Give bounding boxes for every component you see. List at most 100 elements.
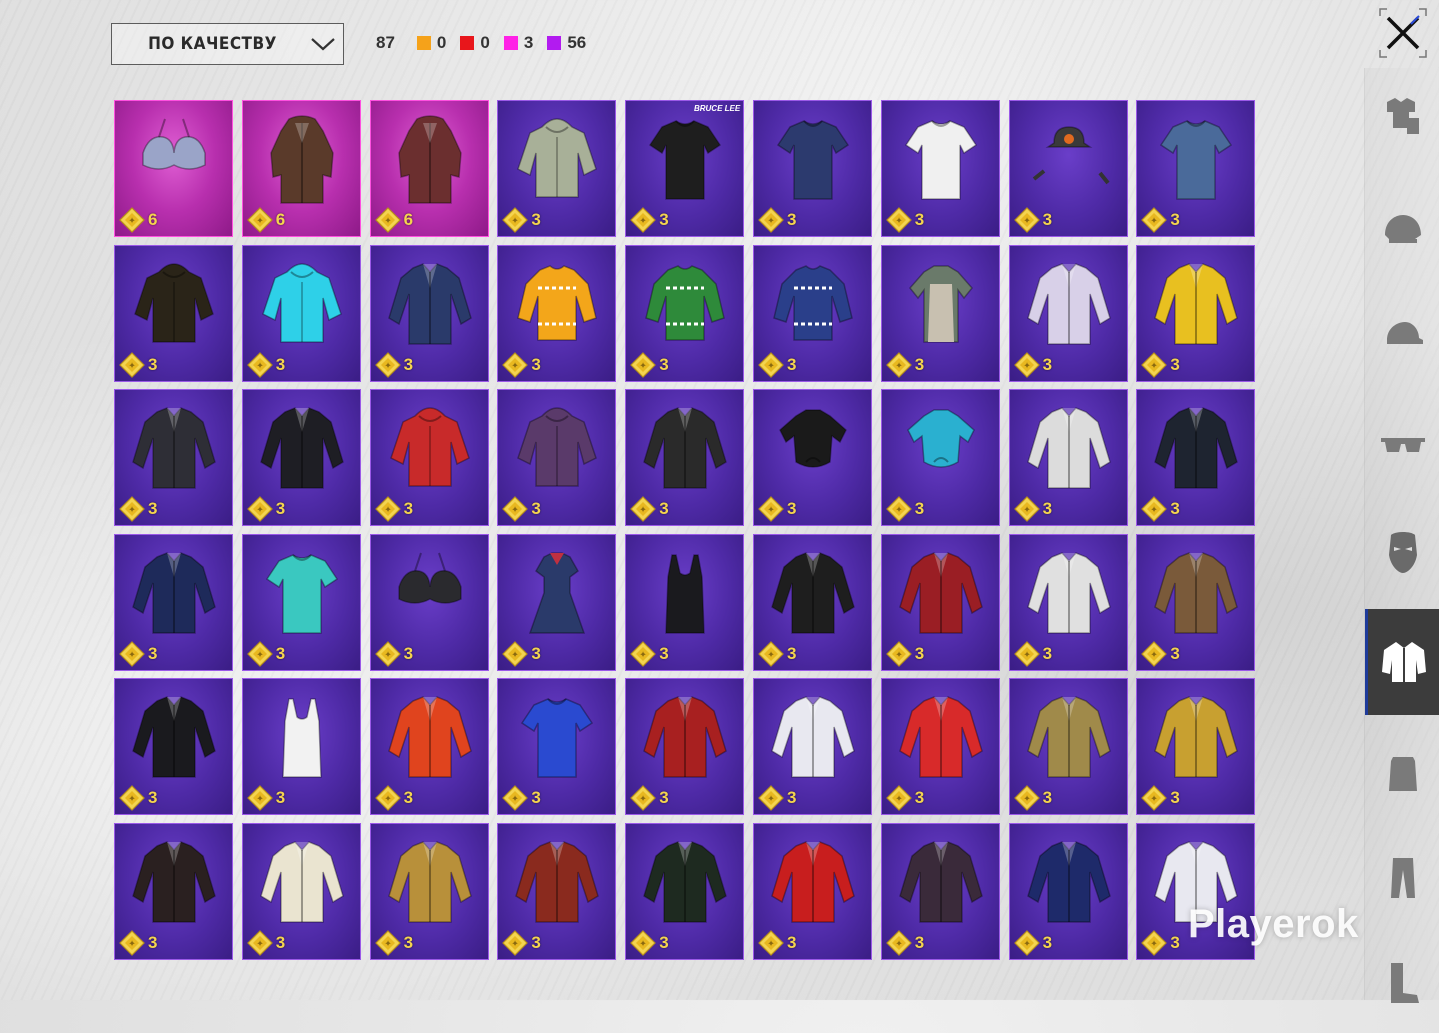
quantity-badge: ✦ 3: [1141, 207, 1180, 233]
inventory-item[interactable]: ✦ 3: [497, 533, 617, 671]
quantity-badge: ✦ 3: [630, 785, 669, 812]
tab-glasses[interactable]: [1365, 396, 1439, 496]
total-count: 87: [376, 33, 395, 52]
rarity-color-swatch: [547, 36, 562, 50]
inventory-item[interactable]: ✦ 3: [752, 678, 872, 816]
inventory-item[interactable]: ✦ 3: [625, 244, 745, 382]
inventory-item[interactable]: ✦ 3: [880, 533, 1000, 671]
svg-text:✦: ✦: [639, 650, 647, 660]
inventory-item[interactable]: ✦ 3: [1136, 533, 1256, 671]
coin-icon: ✦: [630, 496, 657, 523]
inventory-item[interactable]: ✦ 3: [880, 822, 1000, 960]
inventory-item[interactable]: ✦ 3: [114, 822, 233, 960]
coin-icon: ✦: [885, 207, 912, 233]
inventory-item[interactable]: ✦ 3: [1008, 389, 1128, 527]
inventory-item[interactable]: ✦ 3: [752, 100, 872, 237]
inventory-item[interactable]: ✦ 3: [497, 389, 617, 527]
inventory-item[interactable]: ✦ 3: [752, 244, 872, 382]
clothing-item-image: [265, 553, 338, 634]
item-count: 3: [275, 932, 286, 952]
inventory-item[interactable]: ✦ 3: [880, 678, 1000, 816]
inventory-item[interactable]: BRUCE LEE ✦ 3: [625, 100, 745, 237]
close-button[interactable]: [1379, 8, 1427, 58]
tab-outfit-set[interactable]: [1365, 68, 1439, 168]
inventory-item[interactable]: ✦ 3: [241, 389, 361, 527]
tab-boots[interactable]: [1365, 933, 1439, 1033]
inventory-item[interactable]: ✦ 3: [1008, 678, 1128, 816]
tab-backpack[interactable]: [1365, 723, 1439, 823]
inventory-item[interactable]: ✦ 3: [369, 244, 489, 382]
inventory-item[interactable]: ✦ 3: [1008, 244, 1128, 382]
inventory-item[interactable]: ✦ 3: [1136, 100, 1256, 237]
sort-dropdown[interactable]: ПО КАЧЕСТВУ: [111, 23, 344, 65]
quantity-badge: ✦ 3: [1141, 930, 1180, 956]
inventory-item[interactable]: ✦ 3: [625, 533, 745, 671]
inventory-item[interactable]: ✦ 3: [241, 533, 361, 671]
inventory-item[interactable]: ✦ 3: [880, 100, 1000, 237]
rarity-color-swatch: [416, 36, 431, 50]
clothing-item-image: [1154, 262, 1239, 345]
cap-icon: [1386, 322, 1423, 344]
inventory-item[interactable]: ✦ 3: [1136, 389, 1256, 527]
item-count: 3: [1042, 788, 1053, 808]
inventory-item[interactable]: ✦ 3: [369, 678, 489, 816]
inventory-item[interactable]: ✦ 3: [497, 678, 617, 816]
inventory-item[interactable]: ✦ 3: [625, 389, 745, 527]
coin-icon: ✦: [374, 351, 401, 378]
rarity-color-swatch: [460, 36, 475, 50]
inventory-item[interactable]: ✦ 3: [369, 822, 489, 960]
brand-tag: BRUCE LEE: [693, 104, 741, 113]
tab-cap[interactable]: [1365, 288, 1439, 388]
inventory-item[interactable]: ✦ 3: [369, 389, 489, 527]
inventory-item[interactable]: ✦ 3: [1008, 100, 1128, 237]
svg-text:✦: ✦: [767, 939, 775, 949]
item-count: 3: [403, 354, 414, 374]
inventory-item[interactable]: ✦ 3: [369, 533, 489, 671]
inventory-item[interactable]: ✦ 3: [752, 533, 872, 671]
tab-mask[interactable]: [1365, 501, 1439, 601]
svg-text:✦: ✦: [1151, 506, 1159, 516]
inventory-item[interactable]: ✦ 3: [1008, 533, 1128, 671]
inventory-item[interactable]: ✦ 3: [625, 678, 745, 816]
inventory-item[interactable]: ✦ 3: [880, 244, 1000, 382]
svg-text:✦: ✦: [512, 361, 520, 371]
quantity-badge: ✦ 3: [885, 640, 925, 667]
inventory-item[interactable]: ✦ 6: [369, 100, 489, 237]
inventory-item[interactable]: ✦ 3: [1136, 244, 1256, 382]
inventory-item[interactable]: ✦ 3: [497, 244, 617, 382]
inventory-item[interactable]: ✦ 3: [114, 389, 233, 527]
clothing-item-image: [282, 698, 322, 779]
inventory-item[interactable]: ✦ 3: [114, 533, 233, 671]
clothing-item-image: [387, 696, 472, 779]
inventory-item[interactable]: ✦ 3: [241, 822, 361, 960]
inventory-item[interactable]: ✦ 3: [241, 244, 361, 382]
close-icon: [1379, 8, 1427, 58]
inventory-item[interactable]: ✦ 3: [1136, 678, 1256, 816]
quantity-badge: ✦ 3: [1013, 785, 1053, 812]
inventory-item[interactable]: ✦ 3: [880, 389, 1000, 527]
inventory-item[interactable]: ✦ 3: [752, 822, 872, 960]
item-count: 3: [914, 643, 925, 663]
inventory-item[interactable]: ✦ 6: [241, 100, 361, 237]
svg-text:✦: ✦: [895, 506, 903, 516]
coin-icon: ✦: [502, 785, 529, 812]
quantity-badge: ✦ 3: [502, 930, 541, 956]
svg-text:✦: ✦: [384, 650, 392, 660]
coin-icon: ✦: [502, 351, 529, 378]
quantity-badge: ✦ 3: [630, 207, 669, 233]
tab-helmet[interactable]: [1365, 183, 1439, 283]
inventory-item[interactable]: ✦ 3: [114, 678, 233, 816]
tab-jacket[interactable]: [1365, 609, 1439, 715]
inventory-item[interactable]: ✦ 3: [625, 822, 745, 960]
coin-icon: ✦: [374, 207, 401, 233]
inventory-item[interactable]: ✦ 3: [241, 678, 361, 816]
inventory-item[interactable]: ✦ 3: [1008, 822, 1128, 960]
coin-icon: ✦: [630, 351, 657, 378]
inventory-item[interactable]: ✦ 6: [114, 100, 233, 237]
item-count: 3: [786, 210, 797, 229]
inventory-item[interactable]: ✦ 3: [752, 389, 872, 527]
inventory-item[interactable]: ✦ 3: [497, 100, 617, 237]
tab-pants[interactable]: [1365, 828, 1439, 928]
inventory-item[interactable]: ✦ 3: [114, 244, 233, 382]
inventory-item[interactable]: ✦ 3: [497, 822, 617, 960]
